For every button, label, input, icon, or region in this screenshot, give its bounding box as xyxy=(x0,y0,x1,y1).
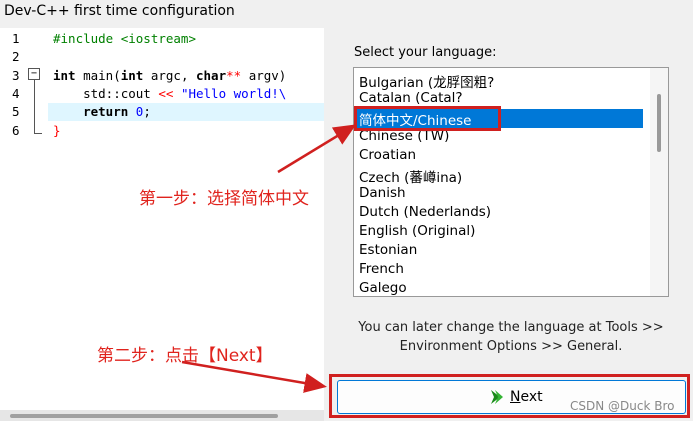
annotation-arrows xyxy=(181,124,357,393)
watermark: CSDN @Duck Bro xyxy=(570,399,675,413)
arrow-to-next xyxy=(181,360,327,393)
arrow-to-chinese xyxy=(277,124,357,174)
